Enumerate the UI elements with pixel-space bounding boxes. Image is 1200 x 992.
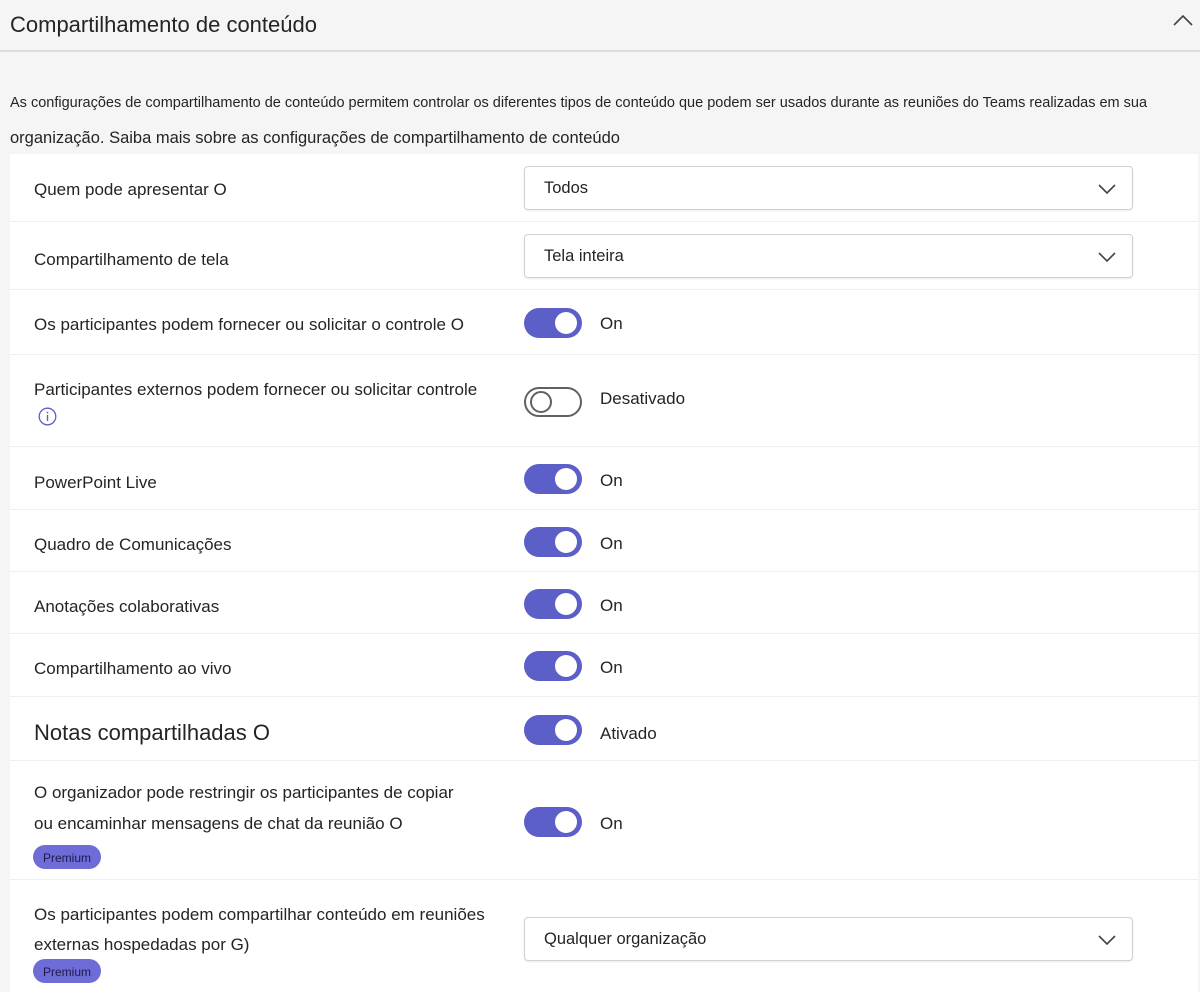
setting-label-line-2: ou encaminhar mensagens de chat da reuni…	[34, 814, 403, 833]
description-line-2: organização. Saiba mais sobre as configu…	[10, 129, 620, 147]
setting-label: Quem pode apresentar O	[34, 180, 227, 199]
chevron-down-icon	[1098, 184, 1116, 195]
setting-label-line-1: Os participantes podem compartilhar cont…	[34, 905, 485, 924]
screen-sharing-dropdown[interactable]: Tela inteira	[524, 234, 1133, 278]
setting-row-whiteboard: Quadro de Comunicações On	[10, 509, 1198, 572]
setting-label-line-1: O organizador pode restringir os partici…	[34, 783, 454, 802]
dropdown-value: Qualquer organização	[544, 930, 707, 948]
setting-label: PowerPoint Live	[34, 473, 157, 492]
setting-label-line-2: externas hospedadas por G)	[34, 935, 250, 954]
setting-label: Compartilhamento de tela	[34, 250, 229, 269]
live-share-toggle[interactable]	[524, 651, 582, 681]
external-meetings-sharing-dropdown[interactable]: Qualquer organização	[524, 917, 1133, 961]
premium-badge: Premium	[33, 845, 102, 869]
whiteboard-toggle[interactable]	[524, 527, 582, 557]
toggle-state-label: On	[600, 534, 623, 553]
toggle-state-label: Ativado	[600, 724, 657, 743]
setting-label: Compartilhamento ao vivo	[34, 659, 232, 678]
toggle-state-label: On	[600, 596, 623, 615]
toggle-state-label: On	[600, 814, 623, 833]
setting-row-external-meetings-sharing: Os participantes podem compartilhar cont…	[10, 879, 1198, 992]
setting-label: Participantes externos podem fornecer ou…	[34, 380, 478, 399]
toggle-knob	[530, 391, 552, 413]
setting-row-live-share: Compartilhamento ao vivo On	[10, 633, 1198, 697]
setting-label: Anotações colaborativas	[34, 597, 220, 616]
chevron-down-icon	[1098, 935, 1116, 946]
setting-row-collaborative-annotations: Anotações colaborativas On	[10, 571, 1198, 634]
toggle-knob	[555, 593, 577, 615]
toggle-state-label: On	[600, 314, 623, 333]
setting-label: Notas compartilhadas O	[34, 720, 270, 745]
give-request-control-toggle[interactable]	[524, 308, 582, 338]
toggle-state-label: Desativado	[600, 389, 686, 408]
setting-row-shared-notes: Notas compartilhadas O Ativado	[10, 696, 1198, 761]
who-can-present-dropdown[interactable]: Todos	[524, 166, 1133, 210]
dropdown-value: Todos	[544, 179, 589, 197]
setting-row-screen-sharing: Compartilhamento de tela Tela inteira	[10, 221, 1198, 290]
setting-label: Quadro de Comunicações	[34, 535, 232, 554]
setting-label: Os participantes podem fornecer ou solic…	[34, 315, 464, 334]
chevron-up-icon[interactable]	[1172, 10, 1194, 32]
collaborative-annotations-toggle[interactable]	[524, 589, 582, 619]
restrict-chat-copy-toggle[interactable]	[524, 807, 582, 837]
toggle-knob	[555, 531, 577, 553]
section-title: Compartilhamento de conteúdo	[10, 12, 317, 37]
section-header[interactable]: Compartilhamento de conteúdo	[0, 0, 1200, 52]
toggle-knob	[555, 468, 577, 490]
settings-card: Quem pode apresentar O Todos Compartilha…	[10, 154, 1198, 992]
toggle-knob	[555, 811, 577, 833]
setting-row-who-can-present: Quem pode apresentar O Todos	[10, 154, 1198, 222]
setting-row-restrict-chat-copy: O organizador pode restringir os partici…	[10, 760, 1198, 880]
toggle-state-label: On	[600, 471, 623, 490]
external-control-toggle[interactable]	[524, 387, 582, 417]
toggle-knob	[555, 655, 577, 677]
setting-row-give-request-control: Os participantes podem fornecer ou solic…	[10, 289, 1198, 355]
info-icon[interactable]	[38, 407, 57, 426]
powerpoint-live-toggle[interactable]	[524, 464, 582, 494]
toggle-state-label: On	[600, 658, 623, 677]
toggle-knob	[555, 312, 577, 334]
description-line-1: As configurações de compartilhamento de …	[10, 95, 1148, 111]
setting-row-external-control: Participantes externos podem fornecer ou…	[10, 354, 1198, 447]
setting-row-powerpoint-live: PowerPoint Live On	[10, 446, 1198, 510]
chevron-down-icon	[1098, 252, 1116, 263]
section-description: As configurações de compartilhamento de …	[10, 86, 1195, 156]
dropdown-value: Tela inteira	[544, 247, 624, 265]
toggle-knob	[555, 719, 577, 741]
premium-badge: Premium	[33, 959, 102, 983]
shared-notes-toggle[interactable]	[524, 715, 582, 745]
